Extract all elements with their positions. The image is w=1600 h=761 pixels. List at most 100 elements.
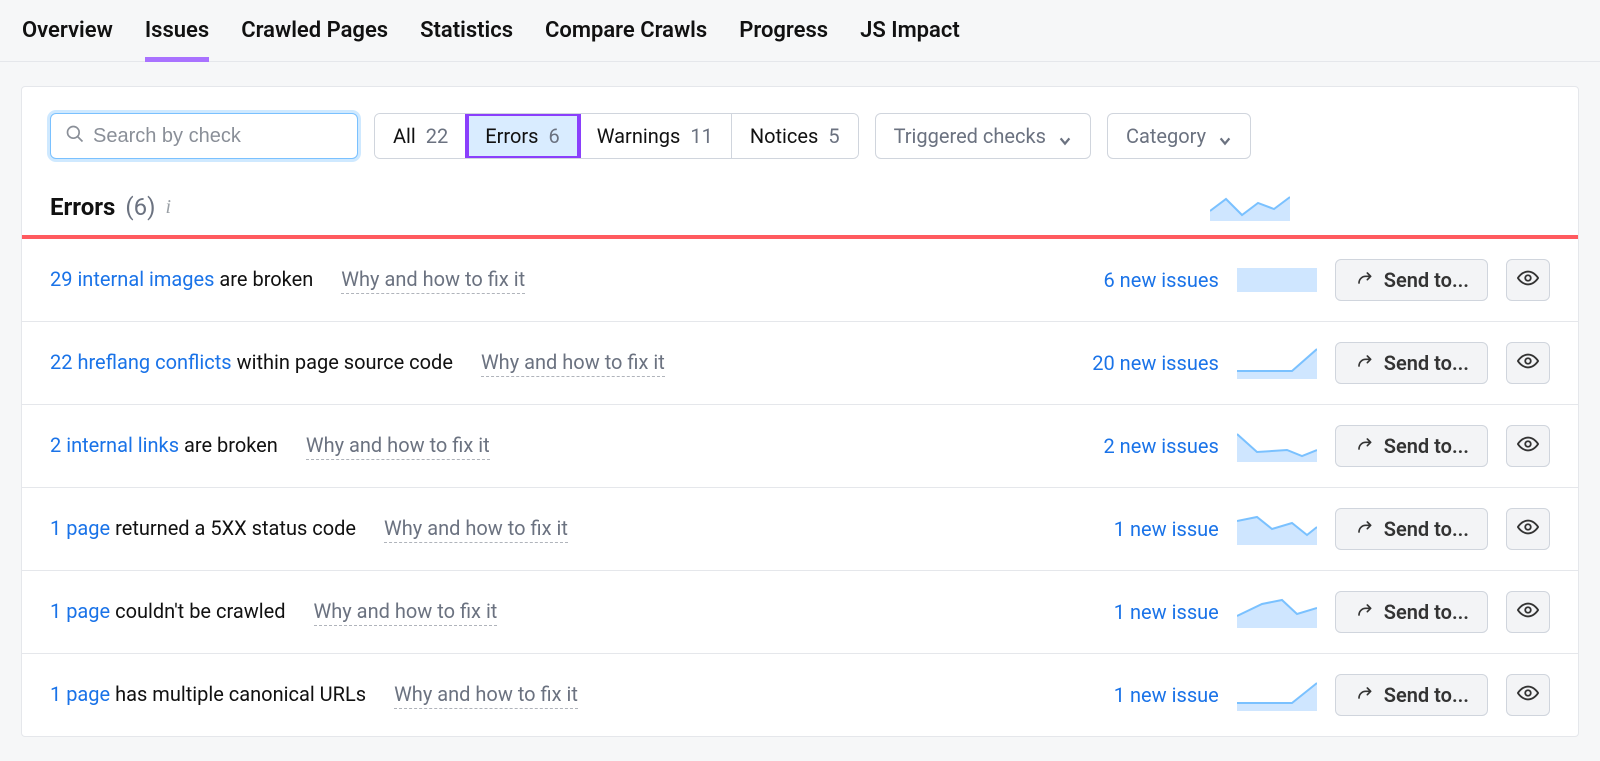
issue-link[interactable]: 1 page (50, 682, 110, 706)
eye-icon (1517, 682, 1539, 709)
section-title: Errors (50, 193, 115, 221)
issues-list: 29 internal images are broken Why and how… (22, 239, 1578, 736)
filter-count: 22 (426, 124, 448, 148)
chevron-down-icon (1058, 129, 1072, 143)
filter-warnings[interactable]: Warnings11 (579, 114, 732, 158)
tab-crawled-pages[interactable]: Crawled Pages (241, 18, 388, 61)
toolbar: All 22 Errors 6 Warnings11Notices5 Triggered… (22, 87, 1578, 177)
hide-button[interactable] (1506, 342, 1550, 384)
send-to-button[interactable]: Send to... (1335, 259, 1488, 301)
issues-panel: All 22 Errors 6 Warnings11Notices5 Triggered… (21, 86, 1579, 737)
send-to-button[interactable]: Send to... (1335, 674, 1488, 716)
send-arrow-icon (1354, 434, 1374, 459)
hide-button[interactable] (1506, 508, 1550, 550)
filter-label: All (393, 124, 416, 148)
issue-description: 1 page couldn't be crawled Why and how to… (50, 599, 1051, 626)
issue-row: 29 internal images are broken Why and how… (22, 239, 1578, 322)
issue-text: within page source code (232, 350, 453, 374)
filter-errors[interactable]: Errors 6 (467, 114, 578, 158)
tab-overview[interactable]: Overview (22, 18, 113, 61)
row-sparkline (1237, 347, 1317, 379)
info-icon[interactable]: i (165, 196, 171, 219)
tab-issues[interactable]: Issues (145, 18, 209, 61)
send-to-label: Send to... (1384, 434, 1469, 458)
why-and-how-link[interactable]: Why and how to fix it (394, 682, 578, 709)
new-issues-link[interactable]: 1 new issue (1069, 517, 1219, 541)
issue-description: 1 page returned a 5XX status code Why and… (50, 516, 1051, 543)
send-to-button[interactable]: Send to... (1335, 425, 1488, 467)
eye-icon (1517, 599, 1539, 626)
triggered-checks-dropdown[interactable]: Triggered checks (875, 113, 1091, 159)
issue-text: has multiple canonical URLs (110, 682, 366, 706)
new-issues-link[interactable]: 1 new issue (1069, 600, 1219, 624)
section-header: Errors (6) i (22, 177, 1578, 239)
eye-icon (1517, 433, 1539, 460)
issue-text: couldn't be crawled (110, 599, 285, 623)
issue-link[interactable]: 1 page (50, 516, 110, 540)
why-and-how-link[interactable]: Why and how to fix it (384, 516, 568, 543)
section-count: (6) (125, 193, 155, 221)
why-and-how-link[interactable]: Why and how to fix it (341, 267, 525, 294)
search-icon (65, 124, 85, 149)
filter-group: All 22 Errors 6 Warnings11Notices5 (374, 113, 859, 159)
send-arrow-icon (1354, 600, 1374, 625)
filter-notices[interactable]: Notices5 (732, 114, 858, 158)
filter-count: 11 (690, 124, 712, 148)
issue-link[interactable]: 2 internal links (50, 433, 179, 457)
row-sparkline (1237, 264, 1317, 296)
issue-description: 22 hreflang conflicts within page source… (50, 350, 1051, 377)
why-and-how-link[interactable]: Why and how to fix it (306, 433, 490, 460)
search-input[interactable] (93, 125, 343, 148)
filter-all[interactable]: All 22 (375, 114, 467, 158)
tab-js-impact[interactable]: JS Impact (860, 18, 960, 61)
new-issues-link[interactable]: 2 new issues (1069, 434, 1219, 458)
search-input-wrapper[interactable] (50, 113, 358, 159)
issue-link[interactable]: 22 hreflang conflicts (50, 350, 232, 374)
tab-progress[interactable]: Progress (739, 18, 828, 61)
issue-description: 29 internal images are broken Why and how… (50, 267, 1051, 294)
send-to-label: Send to... (1384, 351, 1469, 375)
tab-statistics[interactable]: Statistics (420, 18, 513, 61)
filter-label: Errors (485, 124, 538, 148)
new-issues-link[interactable]: 6 new issues (1069, 268, 1219, 292)
issue-link[interactable]: 1 page (50, 599, 110, 623)
send-arrow-icon (1354, 351, 1374, 376)
row-sparkline (1237, 596, 1317, 628)
eye-icon (1517, 516, 1539, 543)
send-arrow-icon (1354, 683, 1374, 708)
hide-button[interactable] (1506, 425, 1550, 467)
filter-label: Notices (750, 124, 818, 148)
eye-icon (1517, 350, 1539, 377)
new-issues-link[interactable]: 1 new issue (1069, 683, 1219, 707)
issue-text: are broken (214, 267, 313, 291)
issue-description: 1 page has multiple canonical URLs Why an… (50, 682, 1051, 709)
tab-compare-crawls[interactable]: Compare Crawls (545, 18, 707, 61)
send-to-label: Send to... (1384, 683, 1469, 707)
issue-link[interactable]: 29 internal images (50, 267, 214, 291)
send-to-button[interactable]: Send to... (1335, 591, 1488, 633)
send-to-button[interactable]: Send to... (1335, 342, 1488, 384)
why-and-how-link[interactable]: Why and how to fix it (314, 599, 498, 626)
row-sparkline (1237, 679, 1317, 711)
why-and-how-link[interactable]: Why and how to fix it (481, 350, 665, 377)
dropdown-label: Category (1126, 124, 1206, 148)
send-to-label: Send to... (1384, 517, 1469, 541)
issue-text: returned a 5XX status code (110, 516, 356, 540)
issue-description: 2 internal links are broken Why and how t… (50, 433, 1051, 460)
issue-row: 2 internal links are broken Why and how t… (22, 405, 1578, 488)
section-sparkline (1210, 193, 1290, 221)
chevron-down-icon (1218, 129, 1232, 143)
filter-count: 6 (549, 124, 560, 148)
send-to-button[interactable]: Send to... (1335, 508, 1488, 550)
send-to-label: Send to... (1384, 600, 1469, 624)
issue-row: 1 page couldn't be crawled Why and how to… (22, 571, 1578, 654)
issue-row: 22 hreflang conflicts within page source… (22, 322, 1578, 405)
row-sparkline (1237, 430, 1317, 462)
send-arrow-icon (1354, 517, 1374, 542)
new-issues-link[interactable]: 20 new issues (1069, 351, 1219, 375)
hide-button[interactable] (1506, 674, 1550, 716)
hide-button[interactable] (1506, 591, 1550, 633)
category-dropdown[interactable]: Category (1107, 113, 1251, 159)
issue-text: are broken (179, 433, 278, 457)
hide-button[interactable] (1506, 259, 1550, 301)
